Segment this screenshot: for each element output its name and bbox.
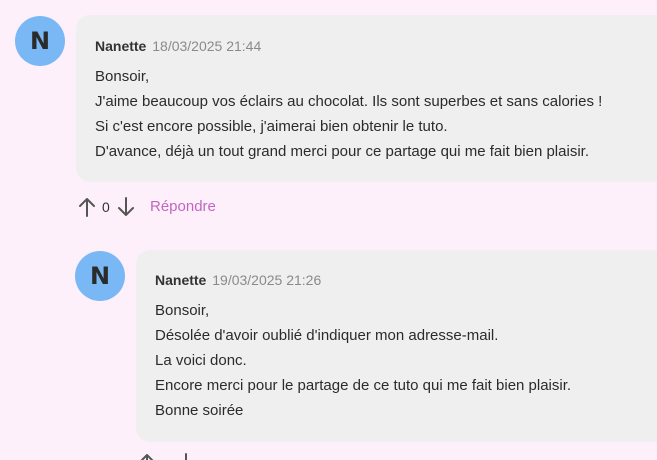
reply-comment: N Nanette 19/03/2025 21:26 Bonsoir, Déso…	[0, 230, 657, 460]
comment-bubble: Nanette 18/03/2025 21:44 Bonsoir, J'aime…	[76, 15, 657, 182]
comment-date: 18/03/2025 21:44	[152, 38, 262, 54]
comment-author[interactable]: Nanette	[155, 272, 206, 288]
comment-actions: 0 Répondre	[78, 196, 278, 220]
comment-text-line: Encore merci pour le partage de ce tuto …	[155, 377, 572, 394]
comment: N Nanette 18/03/2025 21:44 Bonsoir, J'ai…	[0, 0, 657, 230]
arrow-up-icon[interactable]	[78, 196, 96, 218]
avatar: N	[75, 251, 125, 301]
comment-text-line: J'aime beaucoup vos éclairs au chocolat.…	[95, 93, 603, 110]
comment-actions	[138, 452, 258, 460]
comment-meta: Nanette 18/03/2025 21:44	[95, 38, 261, 54]
comment-text-line: Bonne soirée	[155, 402, 244, 419]
comment-meta: Nanette 19/03/2025 21:26	[155, 272, 321, 288]
comment-author[interactable]: Nanette	[95, 38, 146, 54]
reply-link[interactable]: Répondre	[150, 198, 216, 215]
arrow-down-icon[interactable]	[117, 196, 135, 218]
comment-text-line: Si c'est encore possible, j'aimerai bien…	[95, 118, 448, 135]
vote-count: 0	[102, 199, 110, 215]
comment-bubble: Nanette 19/03/2025 21:26 Bonsoir, Désolé…	[136, 250, 657, 442]
arrow-up-icon[interactable]	[138, 452, 156, 460]
comment-text-line: La voici donc.	[155, 352, 247, 369]
comment-text-line: Bonsoir,	[95, 68, 150, 85]
avatar: N	[15, 16, 65, 66]
comment-date: 19/03/2025 21:26	[212, 272, 322, 288]
arrow-down-icon[interactable]	[177, 452, 195, 460]
comment-text-line: Bonsoir,	[155, 302, 210, 319]
comment-text-line: D'avance, déjà un tout grand merci pour …	[95, 143, 589, 160]
comment-text-line: Désolée d'avoir oublié d'indiquer mon ad…	[155, 327, 499, 344]
